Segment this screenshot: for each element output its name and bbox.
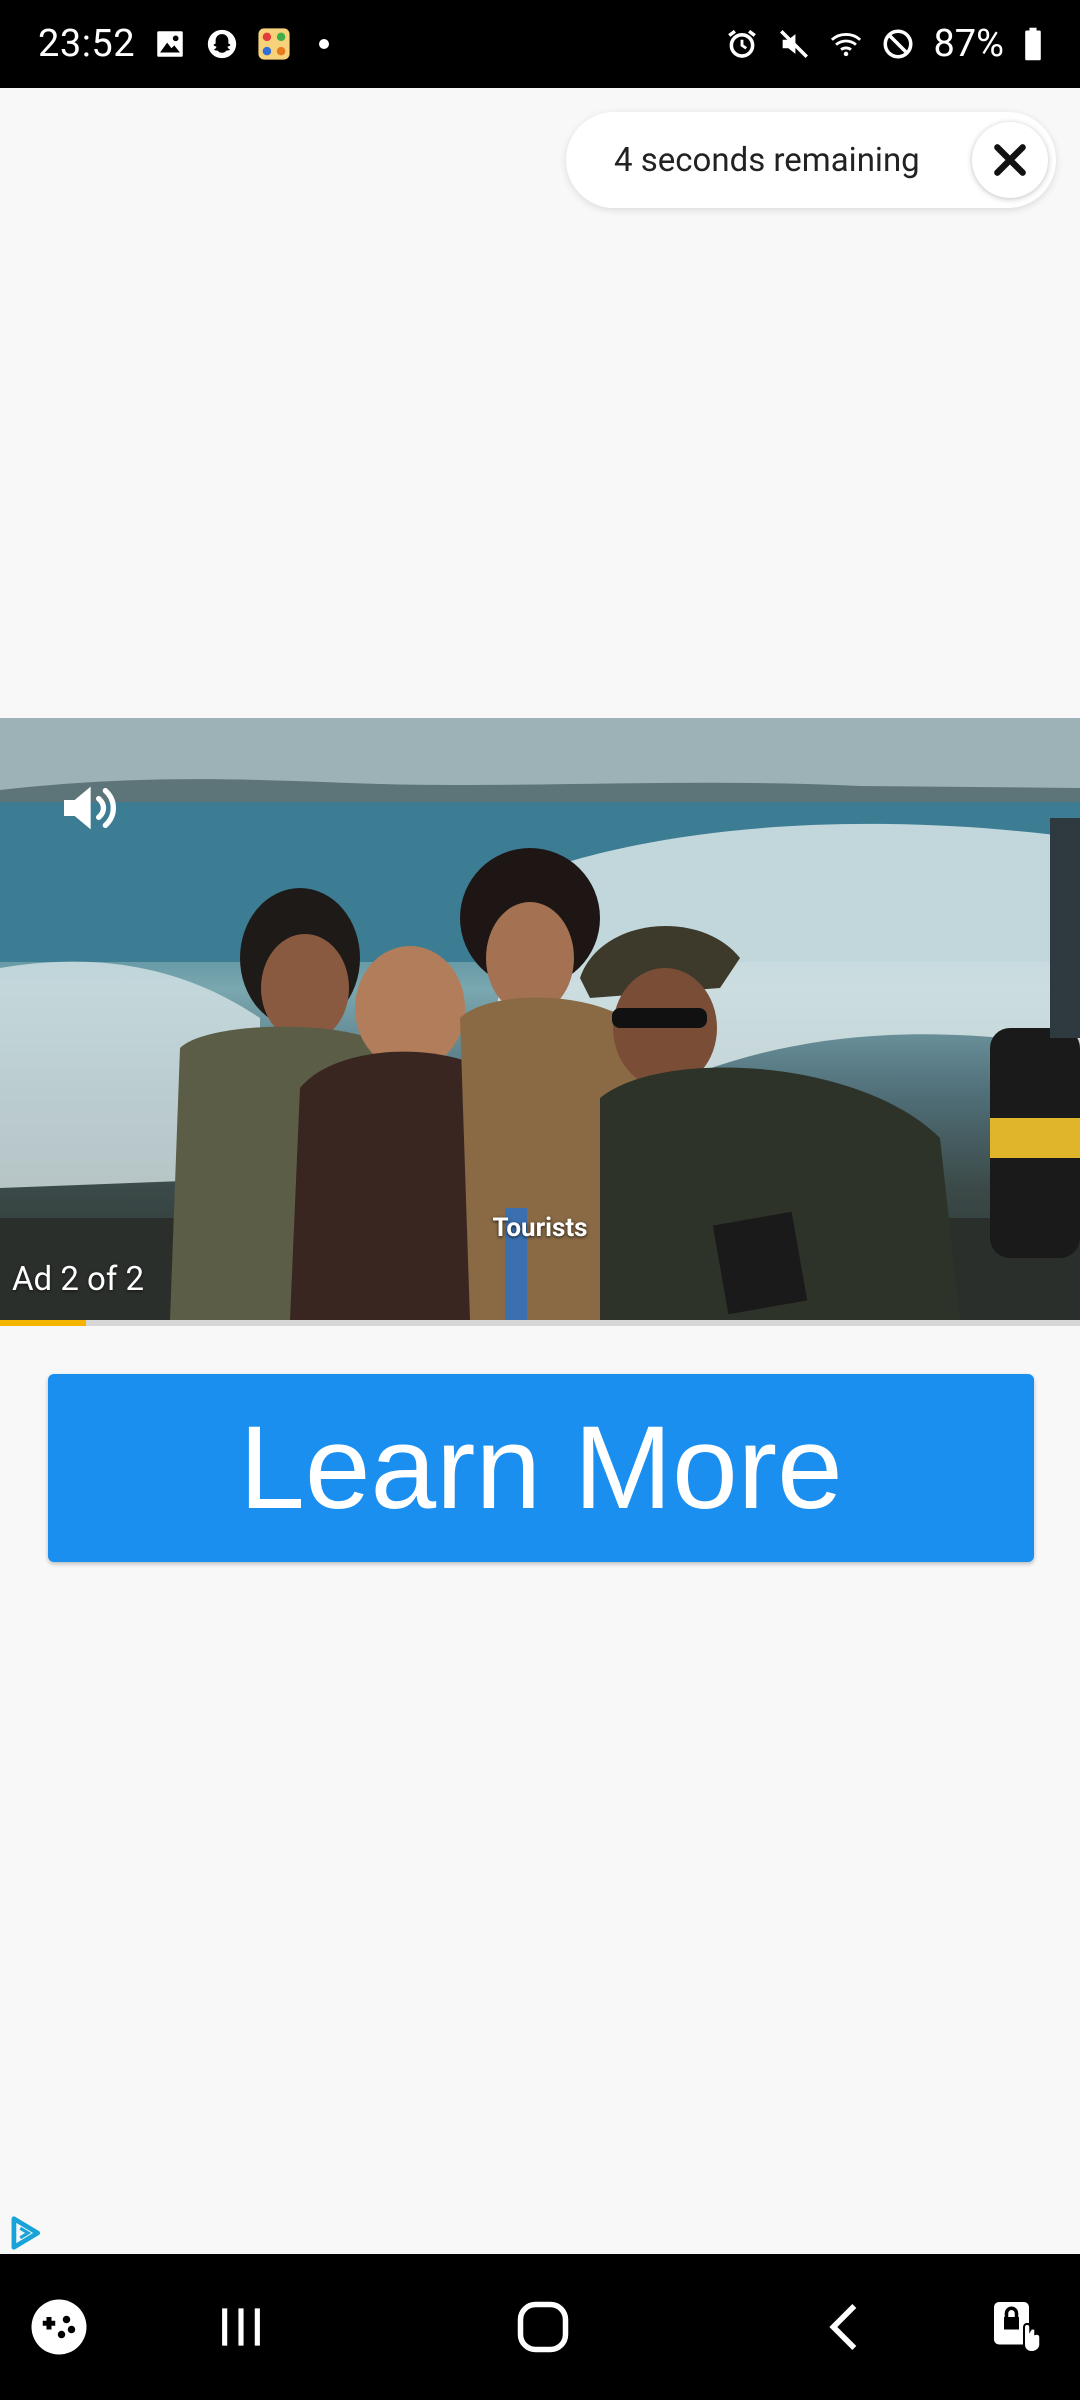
recents-button[interactable] (206, 2292, 276, 2362)
video-progress-bar (0, 1320, 1080, 1326)
ad-countdown-pill: 4 seconds remaining (566, 112, 1056, 208)
volume-icon[interactable] (56, 776, 120, 840)
alarm-icon (728, 29, 757, 58)
screen-touch-lock-button[interactable] (984, 2292, 1054, 2362)
battery-icon (1025, 27, 1041, 61)
video-progress-fill (0, 1320, 87, 1326)
status-time: 23:52 (38, 22, 136, 66)
ad-counter: Ad 2 of 2 (12, 1260, 145, 1299)
status-bar: 23:52 87% (0, 0, 1080, 88)
do-not-disturb-icon (883, 29, 913, 59)
recents-icon (222, 2308, 260, 2346)
back-button[interactable] (810, 2292, 880, 2362)
game-launcher-button[interactable] (24, 2292, 94, 2362)
back-icon (829, 2304, 857, 2350)
notification-dot (319, 39, 330, 49)
mute-icon (780, 29, 809, 59)
wifi-icon (831, 33, 862, 57)
status-right: 87% (725, 22, 1044, 66)
status-left: 23:52 (38, 22, 330, 66)
gallery-icon (157, 31, 183, 57)
video-caption: Tourists (492, 1213, 588, 1243)
battery-percent: 87% (933, 22, 1004, 66)
close-ad-button[interactable] (972, 122, 1048, 198)
snapchat-icon (207, 29, 237, 59)
home-button[interactable] (508, 2292, 578, 2362)
adchoices-icon[interactable] (6, 2214, 44, 2252)
game-launcher-icon (31, 2299, 87, 2355)
system-nav-bar (0, 2254, 1080, 2400)
home-icon (517, 2301, 569, 2353)
close-icon (994, 144, 1026, 176)
screen-lock-touch-icon (994, 2302, 1042, 2354)
countdown-text: 4 seconds remaining (614, 140, 920, 180)
learn-more-button[interactable]: Learn More (48, 1374, 1034, 1562)
game-app-icon (258, 28, 290, 60)
